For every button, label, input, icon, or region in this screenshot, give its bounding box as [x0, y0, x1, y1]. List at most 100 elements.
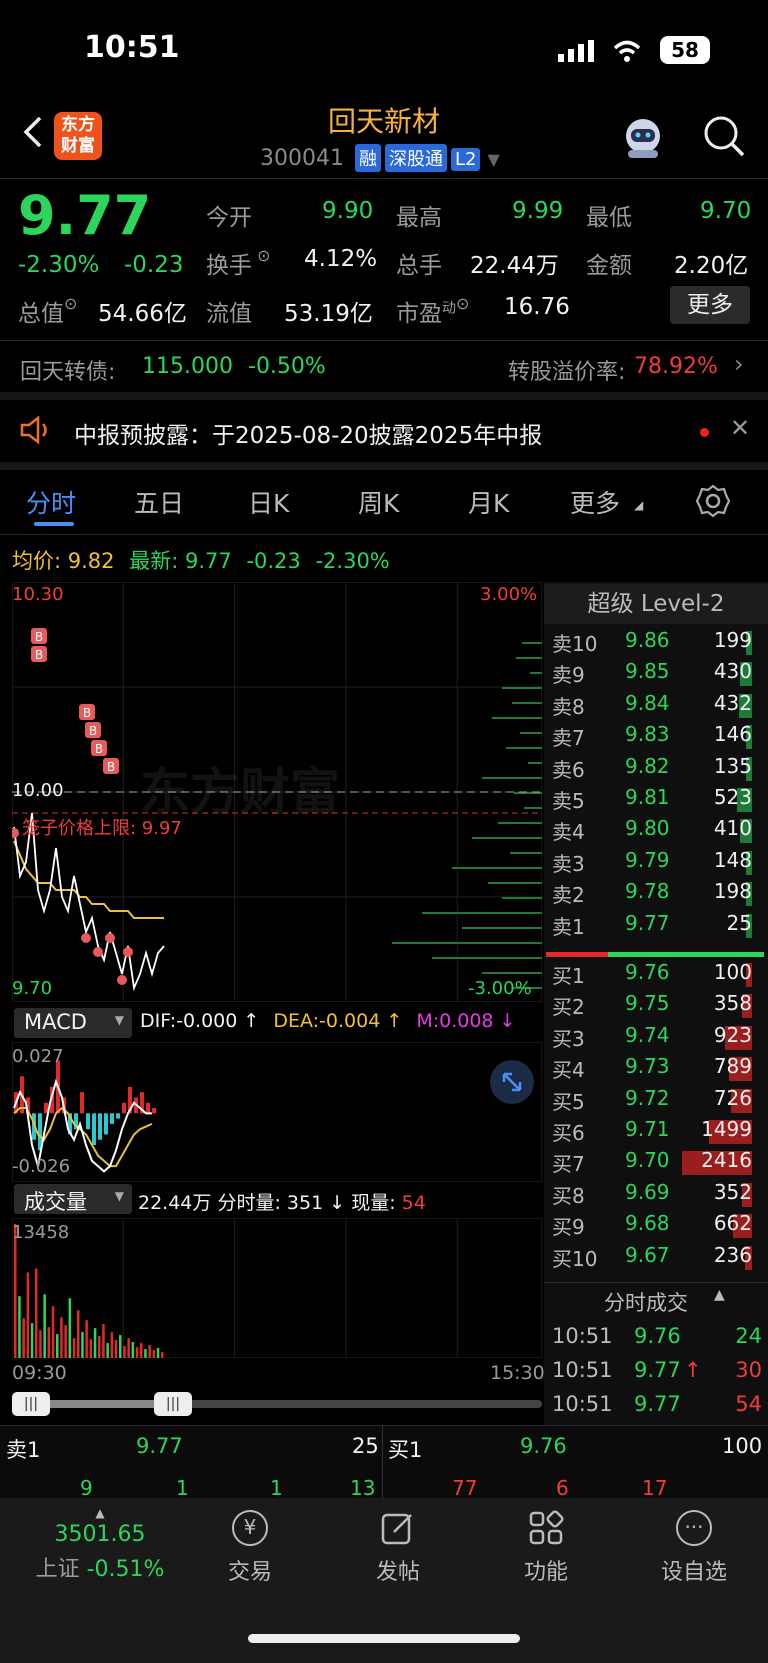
- bond-price: 115.000: [142, 354, 233, 379]
- chart-change: -0.23: [246, 549, 301, 573]
- level2-title[interactable]: 超级 Level-2: [544, 584, 768, 624]
- ticks-header[interactable]: 分时成交 ▲: [544, 1282, 768, 1319]
- tick-row: 10:51 9.77 54: [552, 1392, 762, 1422]
- dropdown-icon: ◢: [634, 498, 644, 512]
- volume-bar: [39, 1330, 42, 1358]
- bid-row[interactable]: 买6 9.71 1499: [552, 1117, 762, 1148]
- more-button[interactable]: 更多: [670, 286, 750, 324]
- volume-bar: [156, 1348, 160, 1358]
- volume-bar: [51, 1306, 55, 1358]
- signal-icon: [558, 40, 596, 62]
- ask-row[interactable]: 卖8 9.84 432: [552, 691, 762, 722]
- volume-bar: [148, 1345, 151, 1358]
- bid-row[interactable]: 买4 9.73 789: [552, 1054, 762, 1085]
- level-volume: 789: [713, 1054, 752, 1079]
- macd-top-label: 0.027: [12, 1046, 64, 1067]
- bid-row[interactable]: 买9 9.68 662: [552, 1211, 762, 1242]
- ask-row[interactable]: 卖6 9.82 135: [552, 754, 762, 785]
- bid-row[interactable]: 买7 9.70 2416: [552, 1148, 762, 1179]
- caret-up-icon: ▲: [95, 1506, 105, 1520]
- volume-total: 22.44万: [138, 1192, 212, 1214]
- level-label: 买3: [552, 1026, 585, 1051]
- ask-row[interactable]: 卖10 9.86 199: [552, 628, 762, 659]
- bid-row[interactable]: 买10 9.67 236: [552, 1243, 762, 1274]
- level-label: 买10: [552, 1246, 598, 1271]
- ask-row[interactable]: 卖4 9.80 410: [552, 816, 762, 847]
- macd-bar: [122, 1102, 126, 1114]
- level-volume: 430: [713, 659, 752, 684]
- svg-text:B: B: [107, 760, 115, 774]
- level-volume: 198: [713, 879, 752, 904]
- nav-trade[interactable]: ¥ 交易: [200, 1510, 300, 1586]
- tab-week-k[interactable]: 周K: [358, 484, 399, 520]
- bottom-bid-label: 买1: [388, 1438, 423, 1462]
- info-icon[interactable]: ⊙: [64, 294, 77, 313]
- info-icon[interactable]: ⊙: [456, 294, 469, 313]
- volume-indicator-label: 成交量: [24, 1190, 87, 1214]
- nav-watchlist[interactable]: ··· 设自选: [644, 1510, 744, 1586]
- bid-row[interactable]: 买5 9.72 726: [552, 1086, 762, 1117]
- wifi-icon: [612, 38, 642, 64]
- amount-label: 金额: [586, 253, 632, 279]
- stock-code-row[interactable]: 300041 融深股通 L2 ▼: [260, 144, 500, 172]
- battery-icon: 58: [660, 36, 710, 64]
- ask-row[interactable]: 卖7 9.83 146: [552, 722, 762, 753]
- x-end-label: 15:30: [490, 1362, 545, 1384]
- search-icon[interactable]: [702, 114, 746, 158]
- active-tab-indicator: [34, 522, 74, 526]
- macd-selector[interactable]: MACD ▼: [14, 1008, 132, 1038]
- close-icon[interactable]: ✕: [730, 414, 750, 442]
- volume-chart[interactable]: [12, 1218, 542, 1358]
- buy-marker: B: [79, 704, 95, 720]
- bid-row[interactable]: 买1 9.76 100: [552, 960, 762, 991]
- level-label: 卖9: [552, 663, 585, 688]
- price-volume-bar: [512, 702, 542, 704]
- nav-functions[interactable]: 功能: [496, 1510, 596, 1586]
- info-icon[interactable]: ⊙: [252, 246, 270, 265]
- price-volume-bar: [530, 672, 542, 674]
- level-label: 买5: [552, 1089, 585, 1114]
- buy-marker: B: [31, 628, 47, 644]
- level-label: 卖8: [552, 694, 585, 719]
- bid-row[interactable]: 买2 9.75 358: [552, 991, 762, 1022]
- volume-selector[interactable]: 成交量 ▼: [14, 1184, 132, 1214]
- volume-frame: [12, 1218, 542, 1358]
- level-volume: 410: [713, 816, 752, 841]
- macd-bar: [104, 1113, 108, 1135]
- level-price: 9.86: [625, 628, 670, 652]
- tick-row: 10:51 9.76 24: [552, 1324, 762, 1354]
- macd-chart[interactable]: [12, 1042, 542, 1182]
- x-start-label: 09:30: [12, 1362, 67, 1384]
- bid-row[interactable]: 买8 9.69 352: [552, 1180, 762, 1211]
- range-handle-left[interactable]: |||: [12, 1392, 50, 1416]
- level-label: 买7: [552, 1152, 585, 1177]
- tab-month-k[interactable]: 月K: [468, 484, 509, 520]
- ask-row[interactable]: 卖2 9.78 198: [552, 879, 762, 910]
- ask-row[interactable]: 卖1 9.77 25: [552, 911, 762, 942]
- ask-row[interactable]: 卖9 9.85 430: [552, 659, 762, 690]
- index-ticker[interactable]: ▲ 3501.65 上证 -0.51%: [20, 1506, 180, 1586]
- ask-queue-item: 9: [80, 1476, 93, 1500]
- open-value: 9.90: [322, 198, 374, 224]
- level-label: 卖5: [552, 789, 585, 813]
- ask-row[interactable]: 卖5 9.81 523: [552, 785, 762, 816]
- tab-five-day[interactable]: 五日: [134, 484, 184, 520]
- tab-intraday[interactable]: 分时: [26, 484, 76, 520]
- ask-row[interactable]: 卖3 9.79 148: [552, 848, 762, 879]
- price-volume-bar: [522, 642, 542, 644]
- tab-day-k[interactable]: 日K: [248, 484, 289, 520]
- bid-row[interactable]: 买3 9.74 923: [552, 1023, 762, 1054]
- assistant-robot-icon[interactable]: [620, 114, 666, 160]
- y-bottom-label: 9.70: [12, 978, 53, 999]
- level-price: 9.77: [625, 910, 670, 935]
- bond-row[interactable]: 回天转债: 115.000 -0.50% 转股溢价率: 78.92% ›: [0, 340, 768, 392]
- expand-icon[interactable]: [490, 1060, 534, 1104]
- nav-post[interactable]: 发帖: [348, 1510, 448, 1586]
- tick-volume: 30: [735, 1358, 762, 1382]
- notice-bar[interactable]: 中报预披露：于2025-08-20披露2025年中报 ✕: [0, 400, 768, 462]
- settings-gear-icon[interactable]: [695, 484, 731, 518]
- level-volume: 1499: [701, 1117, 752, 1141]
- level-price: 9.71: [625, 1117, 670, 1141]
- range-handle-right[interactable]: |||: [154, 1392, 192, 1416]
- tab-more[interactable]: 更多: [570, 484, 620, 520]
